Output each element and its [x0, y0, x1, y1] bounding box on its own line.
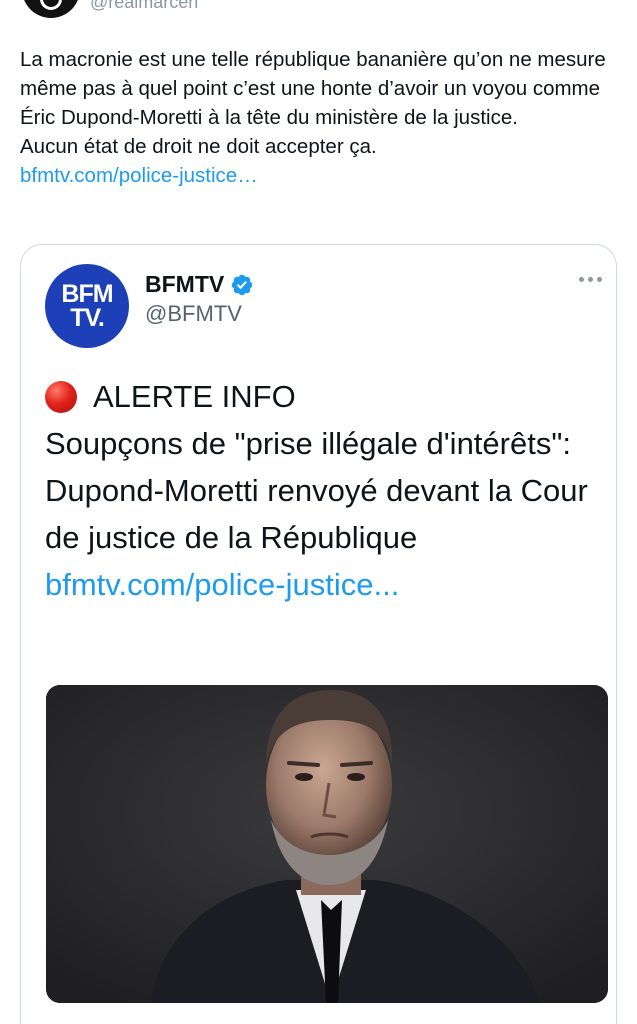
quoted-headline: Soupçons de "prise illégale d'intérêts":…: [45, 426, 588, 555]
quoted-author-name-text: BFMTV: [145, 271, 225, 297]
logo-line-2: TV.: [70, 304, 105, 332]
author-handle[interactable]: @realmarcen: [90, 0, 198, 13]
quoted-link[interactable]: bfmtv.com/police-justice...: [45, 561, 605, 608]
alert-line: ALERTE INFO: [45, 373, 605, 420]
tweet-text: La macronie est une telle république ban…: [20, 45, 620, 190]
tweet-paragraph-2: Aucun état de droit ne doit accepter ça.: [20, 135, 377, 158]
tweet-link[interactable]: bfmtv.com/police-justice…: [20, 161, 620, 190]
more-options-icon[interactable]: [579, 277, 602, 282]
previous-tweet-header: @realmarcen: [0, 0, 637, 30]
quoted-tweet-card[interactable]: BFM TV. BFMTV @BFMTV ALERTE INFO Soupçon…: [20, 244, 617, 1024]
alert-label: ALERTE INFO: [93, 379, 296, 414]
quoted-author-handle[interactable]: @BFMTV: [145, 301, 242, 327]
logo-line-1: BFM: [61, 280, 113, 308]
bfmtv-logo: BFM TV.: [45, 264, 129, 348]
bfmtv-avatar[interactable]: BFM TV.: [45, 264, 129, 348]
red-circle-icon: [45, 380, 77, 413]
avatar-ring-icon: [40, 0, 62, 10]
verified-badge-icon: [231, 274, 253, 295]
quoted-tweet-text: ALERTE INFO Soupçons de "prise illégale …: [45, 373, 605, 608]
tweet-paragraph-1: La macronie est une telle république ban…: [20, 48, 606, 129]
portrait-illustration: [46, 685, 608, 1003]
quoted-author-name[interactable]: BFMTV: [145, 271, 254, 298]
author-avatar[interactable]: [22, 0, 80, 18]
article-photo[interactable]: [46, 685, 608, 1003]
